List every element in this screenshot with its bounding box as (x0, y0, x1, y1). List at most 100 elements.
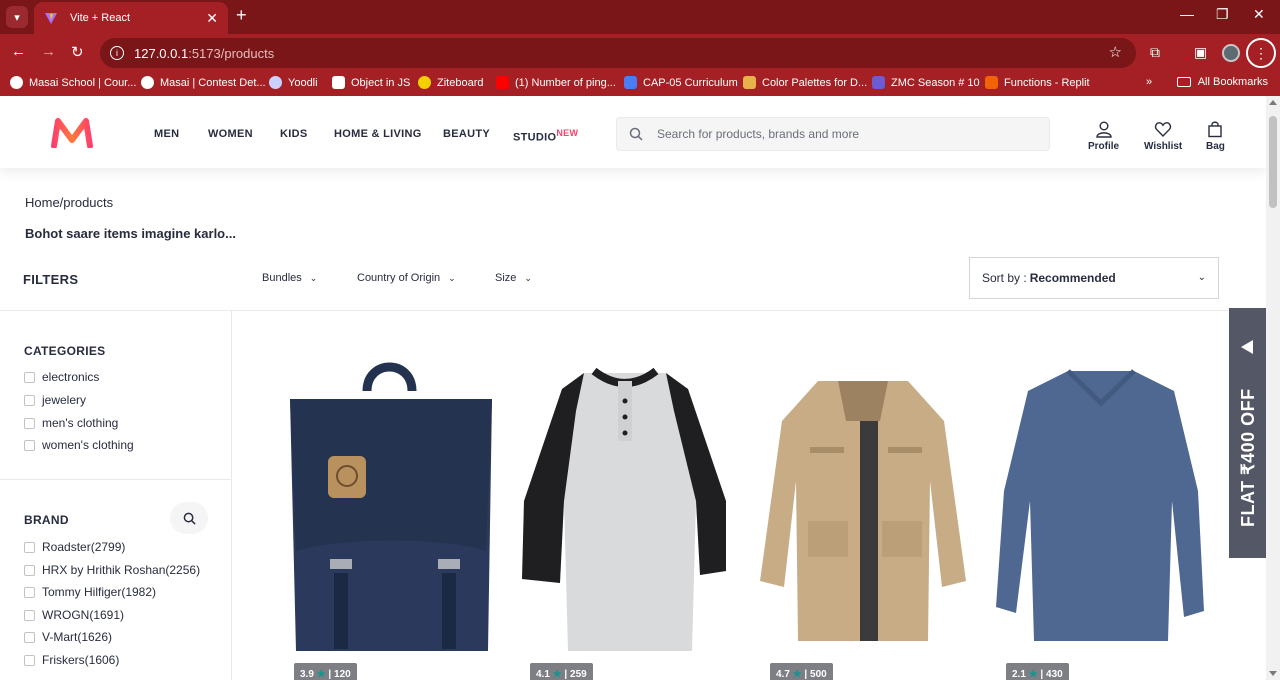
product-card[interactable]: 4.7 ★ | 500 (748, 311, 978, 680)
page-scrollbar[interactable] (1266, 96, 1280, 680)
all-bookmarks-button[interactable]: All Bookmarks (1176, 76, 1268, 88)
replit-icon (985, 76, 998, 89)
category-checkbox[interactable]: men's clothing (24, 416, 118, 430)
chevron-down-icon: ⌄ (448, 272, 456, 283)
scroll-down-icon[interactable] (1269, 671, 1277, 676)
bookmark-item[interactable]: Yoodli (269, 76, 318, 89)
ziteboard-icon (418, 76, 431, 89)
brand-checkbox[interactable]: HRX by Hrithik Roshan(2256) (24, 563, 200, 577)
profile-button[interactable]: Profile (1088, 120, 1119, 152)
search-icon (183, 512, 196, 525)
search-bar[interactable] (616, 117, 1050, 151)
nav-home-living[interactable]: HOME & LIVING (334, 128, 422, 140)
brand-search-button[interactable] (170, 502, 208, 534)
extensions-icon[interactable]: ⧉ (1150, 44, 1160, 61)
address-bar[interactable]: i 127.0.0.1:5173/products ☆ (100, 38, 1136, 68)
globe-icon (10, 76, 23, 89)
categories-heading: CATEGORIES (24, 344, 106, 358)
filter-country-dropdown[interactable]: Country of Origin ⌄ (357, 272, 456, 284)
bag-button[interactable]: Bag (1206, 120, 1225, 152)
caret-left-icon (1241, 340, 1253, 354)
myntra-logo[interactable] (50, 118, 94, 148)
url-text: 127.0.0.1:5173/products (134, 45, 275, 61)
brand-checkbox[interactable]: Friskers(1606) (24, 653, 119, 667)
checkbox[interactable] (24, 586, 35, 598)
site-info-icon[interactable]: i (110, 46, 124, 60)
checkbox[interactable] (24, 654, 35, 666)
category-checkbox[interactable]: jewelery (24, 393, 86, 407)
bookmark-item[interactable]: Functions - Replit (985, 76, 1090, 89)
checkbox[interactable] (24, 609, 35, 621)
new-tab-button[interactable]: + (236, 5, 247, 26)
checkbox[interactable] (24, 371, 35, 383)
reload-icon[interactable]: ↻ (71, 43, 84, 61)
promo-banner[interactable]: FLAT ₹400 OFF (1229, 308, 1266, 558)
docs-icon (624, 76, 637, 89)
nav-women[interactable]: WOMEN (208, 128, 253, 140)
checkbox[interactable] (24, 631, 35, 643)
category-checkbox[interactable]: women's clothing (24, 438, 134, 452)
rating-badge: 3.9 ★ | 120 (294, 663, 357, 680)
brand-checkbox[interactable]: Roadster(2799) (24, 540, 125, 554)
side-panel-icon[interactable]: ▣ (1194, 44, 1207, 61)
bookmark-item[interactable]: Color Palettes for D... (743, 76, 867, 89)
promo-text: FLAT ₹400 OFF (1238, 388, 1258, 528)
heart-icon (1155, 122, 1172, 138)
search-icon (629, 127, 643, 141)
product-card[interactable]: 3.9 ★ | 120 (272, 311, 502, 680)
bookmarks-overflow-icon[interactable]: » (1146, 76, 1152, 88)
bookmark-item[interactable]: (1) Number of ping... (496, 76, 616, 89)
nav-studio[interactable]: STUDIONEW (513, 128, 578, 144)
product-card[interactable]: 2.1 ★ | 430 (986, 311, 1216, 680)
jacket-image (760, 381, 966, 641)
browser-tab[interactable]: Vite + React ✕ (34, 2, 228, 34)
brand-checkbox[interactable]: WROGN(1691) (24, 608, 124, 622)
nav-beauty[interactable]: BEAUTY (443, 128, 490, 140)
folder-icon (1176, 77, 1191, 87)
scrollbar-thumb[interactable] (1269, 116, 1277, 208)
bookmark-star-icon[interactable]: ☆ (1109, 43, 1122, 61)
bookmark-item[interactable]: Object in JS (332, 76, 410, 89)
product-card[interactable]: 4.1 ★ | 259 (510, 311, 740, 680)
sort-dropdown[interactable]: Sort by : Recommended ⌄ (969, 257, 1219, 299)
bookmark-item[interactable]: Ziteboard (418, 76, 483, 89)
checkbox[interactable] (24, 439, 35, 451)
nav-kids[interactable]: KIDS (280, 128, 307, 140)
bookmark-item[interactable]: Masai School | Cour... (10, 76, 136, 89)
filter-size-dropdown[interactable]: Size ⌄ (495, 272, 532, 284)
bookmark-item[interactable]: ZMC Season # 10 (872, 76, 980, 89)
tab-title: Vite + React (70, 12, 131, 24)
new-badge: NEW (556, 128, 579, 138)
address-bar-row: ← → ↻ i 127.0.0.1:5173/products ☆ ⧉ ▣ (0, 34, 1280, 72)
browser-profile-avatar[interactable] (1222, 44, 1240, 62)
minimize-icon[interactable]: — (1180, 6, 1194, 22)
checkbox[interactable] (24, 394, 35, 406)
maximize-icon[interactable]: ❐ (1216, 6, 1229, 23)
bookmark-item[interactable]: CAP-05 Curriculum (624, 76, 738, 89)
checkbox[interactable] (24, 417, 35, 429)
browser-menu-icon[interactable]: ⋮ (1246, 38, 1276, 68)
bookmark-item[interactable]: Masai | Contest Det... (141, 76, 266, 89)
wishlist-button[interactable]: Wishlist (1144, 120, 1182, 152)
brand-checkbox[interactable]: V-Mart(1626) (24, 630, 112, 644)
nav-men[interactable]: MEN (154, 128, 179, 140)
tab-close-icon[interactable]: ✕ (206, 10, 218, 27)
back-icon[interactable]: ← (11, 43, 26, 60)
chevron-down-icon: ⌄ (1197, 272, 1206, 283)
long-sleeve-tshirt-image (996, 369, 1204, 641)
scroll-up-icon[interactable] (1269, 100, 1277, 105)
window-close-icon[interactable]: ✕ (1253, 6, 1265, 23)
checkbox[interactable] (24, 541, 35, 553)
tab-search-button[interactable]: ▾ (6, 6, 28, 28)
forward-icon[interactable]: → (41, 43, 56, 60)
star-icon: ★ (792, 669, 802, 680)
backpack-image (290, 362, 492, 651)
brand-checkbox[interactable]: Tommy Hilfiger(1982) (24, 585, 156, 599)
checkbox[interactable] (24, 564, 35, 576)
chevron-down-icon: ⌄ (309, 272, 318, 283)
filter-bundles-dropdown[interactable]: Bundles ⌄ (262, 272, 317, 284)
search-input[interactable] (657, 127, 1017, 141)
star-icon: ★ (316, 669, 326, 680)
breadcrumb[interactable]: Home/products (25, 195, 113, 210)
category-checkbox[interactable]: electronics (24, 370, 99, 384)
